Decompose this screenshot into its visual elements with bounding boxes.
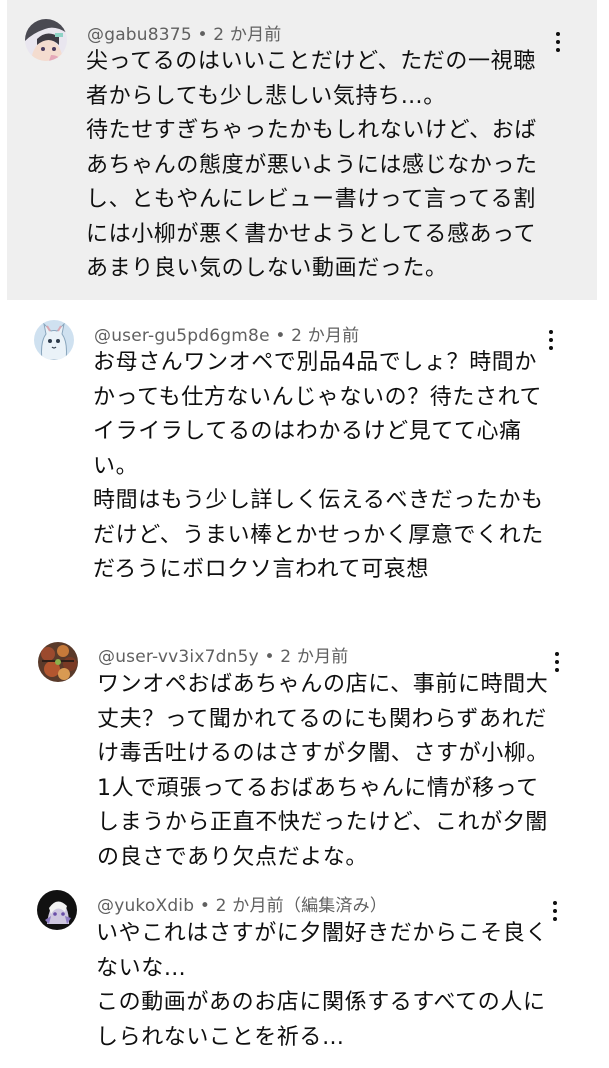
comment-thread[interactable]: @yukoXdib • 2 か月前（編集済み） いやこれはさすがに夕闇好きだから… [0,882,609,1068]
comment-author-meta: @gabu8375 • 2 か月前 [87,25,282,45]
more-options-icon[interactable] [548,27,568,57]
comment-thread-highlighted[interactable]: @gabu8375 • 2 か月前 尖ってるのはいいことだけど、ただの一視聴 者… [7,0,597,300]
comment-text: いやこれはさすがに夕闇好きだからこそ良く ないな… この動画があのお店に関係する… [96,921,549,1050]
comment-text: ワンオペおばあちゃんの店に、事前に時間大 丈夫？って聞かれてるのにも関わらずあれ… [97,672,550,870]
more-options-icon[interactable] [547,647,567,677]
more-options-icon[interactable] [541,325,561,355]
comment-author-meta: @yukoXdib • 2 か月前（編集済み） [97,896,388,916]
comments-page: @gabu8375 • 2 か月前 尖ってるのはいいことだけど、ただの一視聴 者… [0,0,609,1068]
anime-girl-avatar-icon [25,19,67,61]
comment-text: 尖ってるのはいいことだけど、ただの一視聴 者からしても少し悲しい気持ち…。 待た… [86,49,538,281]
comment-author-meta: @user-gu5pd6gm8e • 2 か月前 [94,326,360,346]
avatar[interactable] [25,19,67,61]
food-avatar-icon [38,642,78,682]
avatar[interactable] [34,320,74,360]
more-options-icon[interactable] [545,896,565,926]
comment-thread[interactable]: @user-vv3ix7dn5y • 2 か月前 ワンオペおばあちゃんの店に、事… [0,620,609,882]
comment-thread[interactable]: @user-gu5pd6gm8e • 2 か月前 お母さんワンオペで別品4品でし… [0,300,609,620]
avatar[interactable] [37,890,77,930]
comment-text: お母さんワンオペで別品4品でしょ？時間か かっても仕方ないんじゃないの？待たされ… [93,350,544,582]
cat-avatar-icon [34,320,74,360]
character-avatar-icon [37,890,77,930]
comment-author-meta: @user-vv3ix7dn5y • 2 か月前 [98,647,349,667]
avatar[interactable] [38,642,78,682]
